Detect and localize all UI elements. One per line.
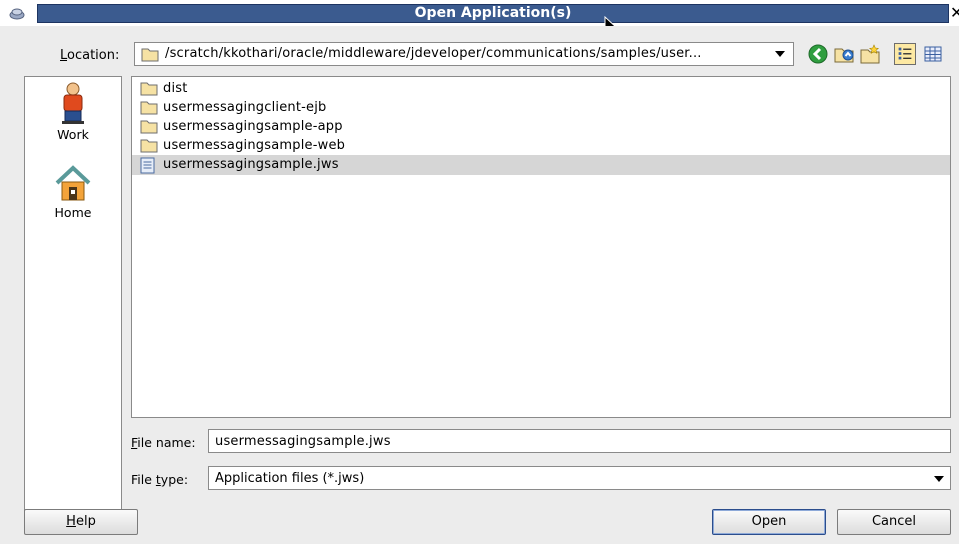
list-item[interactable]: dist <box>136 79 950 99</box>
list-view-icon[interactable] <box>894 43 916 65</box>
title-bar[interactable]: Open Application(s) ✕ <box>0 0 959 37</box>
open-button[interactable]: Open <box>712 509 826 535</box>
new-folder-icon[interactable] <box>859 43 881 65</box>
folder-icon <box>140 82 158 96</box>
file-list[interactable]: dist usermessagingclient-ejb usermessagi… <box>131 76 951 418</box>
filename-label: File name: <box>131 435 196 450</box>
user-icon <box>62 82 84 124</box>
help-button[interactable]: Help <box>24 509 138 535</box>
window-title: Open Application(s) <box>414 5 572 21</box>
file-name: usermessagingclient-ejb <box>163 100 327 115</box>
list-item[interactable]: usermessagingclient-ejb <box>136 98 950 118</box>
folder-icon <box>141 48 159 62</box>
list-item[interactable]: usermessagingsample-web <box>136 136 950 156</box>
location-path: /scratch/kkothari/oracle/middleware/jdev… <box>165 46 702 61</box>
home-icon <box>55 165 91 201</box>
list-item-selected[interactable]: usermessagingsample.jws <box>132 155 950 175</box>
chevron-down-icon[interactable] <box>775 51 785 57</box>
app-icon <box>9 8 25 20</box>
chevron-down-icon[interactable] <box>934 476 944 482</box>
folder-icon <box>140 139 158 153</box>
file-name: dist <box>163 81 188 96</box>
list-item[interactable]: usermessagingsample-app <box>136 117 950 137</box>
place-label-work: Work <box>57 127 89 142</box>
open-dialog: Location: /scratch/kkothari/oracle/middl… <box>0 26 959 544</box>
places-panel: Work Home <box>24 76 122 515</box>
folder-icon <box>140 120 158 134</box>
place-label-home: Home <box>54 205 92 220</box>
up-folder-icon[interactable] <box>833 43 855 65</box>
details-view-icon[interactable] <box>922 43 944 65</box>
document-icon <box>140 157 155 174</box>
filetype-select[interactable]: Application files (*.jws) <box>208 466 951 490</box>
cancel-button[interactable]: Cancel <box>837 509 951 535</box>
file-name: usermessagingsample-app <box>163 119 343 134</box>
file-name: usermessagingsample.jws <box>163 157 339 172</box>
location-combo[interactable]: /scratch/kkothari/oracle/middleware/jdev… <box>134 42 794 66</box>
filename-field[interactable] <box>208 429 951 453</box>
filetype-label: File type: <box>131 472 189 487</box>
folder-icon <box>140 101 158 115</box>
filetype-value: Application files (*.jws) <box>215 471 365 486</box>
file-name: usermessagingsample-web <box>163 138 346 153</box>
place-work[interactable]: Work <box>25 81 121 142</box>
close-icon[interactable]: ✕ <box>950 4 959 23</box>
place-home[interactable]: Home <box>25 163 121 220</box>
location-label: Location: <box>60 48 120 63</box>
back-icon[interactable] <box>807 43 829 65</box>
